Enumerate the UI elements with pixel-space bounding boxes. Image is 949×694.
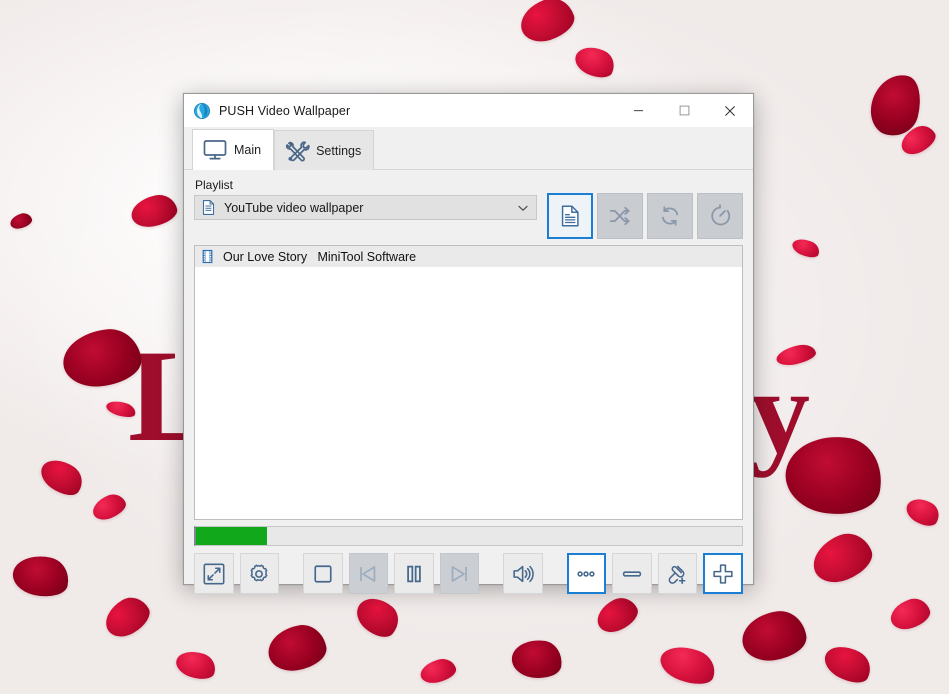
more-button[interactable] <box>566 553 607 594</box>
playback-progress-bar[interactable] <box>194 526 743 546</box>
tab-main[interactable]: Main <box>192 129 275 170</box>
main-panel: Playlist YouTube video wallpaper Our Lov… <box>184 170 753 594</box>
close-button[interactable] <box>707 94 753 127</box>
minimize-button[interactable] <box>615 94 661 127</box>
stop-button[interactable] <box>303 553 343 594</box>
volume-button[interactable] <box>503 553 543 594</box>
chevron-down-icon <box>517 196 529 219</box>
tab-main-label: Main <box>234 143 262 157</box>
window-controls <box>615 94 753 127</box>
settings-button[interactable] <box>239 553 279 594</box>
tab-strip: Main Settings <box>184 127 753 170</box>
add-link-button[interactable] <box>657 553 698 594</box>
shuffle-button[interactable] <box>597 193 643 239</box>
playlist-row: Playlist YouTube video wallpaper <box>194 176 743 239</box>
playlist-label: Playlist <box>195 178 234 192</box>
globe-app-icon <box>193 102 211 120</box>
screen: L y PUSH Video Wallpaper Main Settings P… <box>0 0 949 694</box>
window-title: PUSH Video Wallpaper <box>219 103 351 118</box>
repeat-button[interactable] <box>647 193 693 239</box>
tab-settings[interactable]: Settings <box>274 130 375 170</box>
push-video-wallpaper-window: PUSH Video Wallpaper Main Settings Playl… <box>183 93 754 594</box>
playlist-view-button[interactable] <box>547 193 593 239</box>
next-button[interactable] <box>439 553 479 594</box>
playlist-toolbar <box>547 193 743 239</box>
add-button[interactable] <box>703 553 743 594</box>
list-item[interactable]: Our Love Story MiniTool Software <box>195 246 742 267</box>
pause-button[interactable] <box>394 553 434 594</box>
monitor-icon <box>202 138 228 162</box>
fullscreen-button[interactable] <box>194 553 234 594</box>
wrench-screwdriver-icon <box>284 139 310 163</box>
previous-button[interactable] <box>348 553 388 594</box>
playlist-select[interactable]: YouTube video wallpaper <box>194 195 537 220</box>
playlist-listbox[interactable]: Our Love Story MiniTool Software <box>194 245 743 520</box>
maximize-button[interactable] <box>661 94 707 127</box>
document-list-icon <box>200 199 217 216</box>
list-item-title: Our Love Story MiniTool Software <box>223 249 417 264</box>
title-bar: PUSH Video Wallpaper <box>184 94 753 127</box>
playback-progress-fill <box>196 527 267 545</box>
film-strip-icon <box>200 249 215 264</box>
tab-settings-label: Settings <box>316 143 362 158</box>
timer-button[interactable] <box>697 193 743 239</box>
player-controls <box>194 553 743 594</box>
remove-button[interactable] <box>612 553 652 594</box>
playlist-select-value: YouTube video wallpaper <box>224 200 364 215</box>
